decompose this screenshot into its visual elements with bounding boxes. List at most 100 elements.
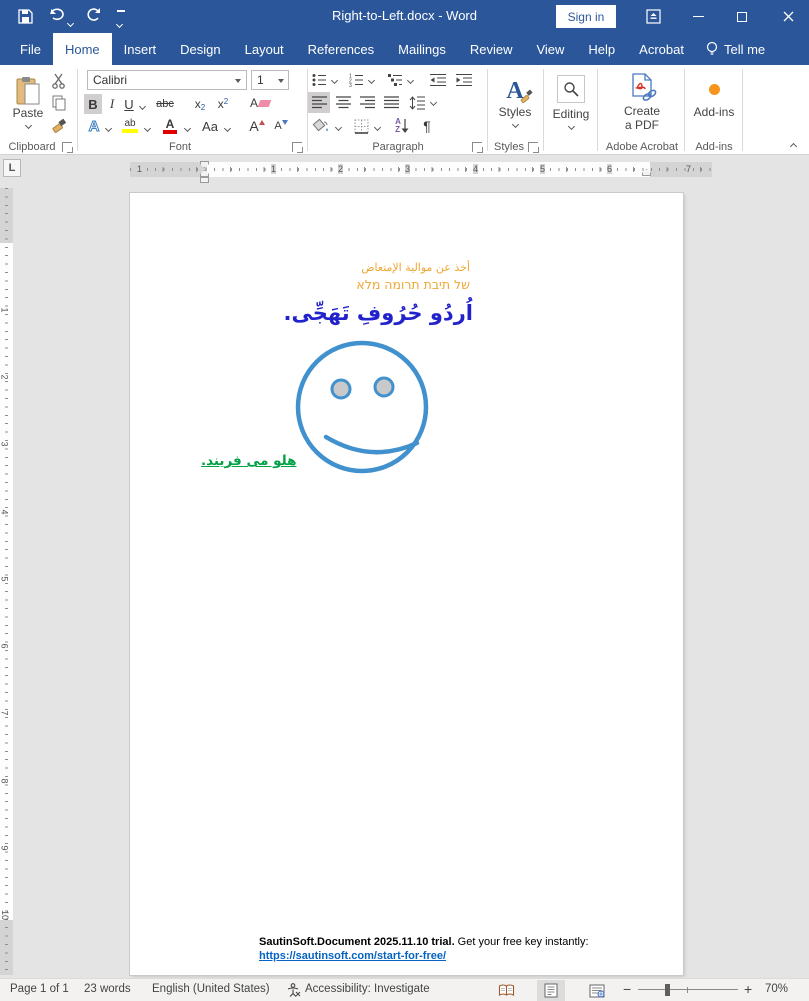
close-button[interactable] <box>768 0 808 33</box>
font-color-dropdown-icon[interactable] <box>182 123 192 133</box>
tab-references[interactable]: References <box>296 33 386 65</box>
read-mode-button[interactable] <box>492 980 520 1001</box>
print-layout-button[interactable] <box>537 980 565 1001</box>
increase-indent-icon[interactable] <box>454 71 474 89</box>
tab-design[interactable]: Design <box>168 33 232 65</box>
highlight-dropdown-icon[interactable] <box>142 123 152 133</box>
minimize-button[interactable] <box>678 0 718 33</box>
lightbulb-icon <box>706 41 718 57</box>
styles-icon: A <box>506 78 523 105</box>
language-status[interactable]: English (United States) <box>152 983 270 995</box>
bullets-dropdown-icon[interactable] <box>329 75 339 85</box>
shading-icon[interactable] <box>310 116 332 136</box>
change-case-dropdown-icon[interactable] <box>222 123 232 133</box>
styles-button[interactable]: A Styles <box>493 68 537 136</box>
zoom-out-button[interactable]: − <box>623 981 631 997</box>
bullets-icon[interactable] <box>310 71 328 89</box>
borders-icon[interactable] <box>350 116 372 136</box>
subscript-button[interactable]: x2 <box>190 94 210 114</box>
zoom-slider-track[interactable] <box>638 989 738 990</box>
tab-help[interactable]: Help <box>576 33 627 65</box>
left-indent-marker[interactable] <box>200 177 209 183</box>
decrease-indent-icon[interactable] <box>428 71 448 89</box>
greeting-text-line[interactable]: هلو مى فريند. <box>201 453 297 469</box>
smiley-face-shape[interactable] <box>290 335 430 475</box>
numbering-dropdown-icon[interactable] <box>366 75 376 85</box>
copy-icon[interactable] <box>48 93 70 113</box>
arabic-text-line[interactable]: أخذ عن موالية الإمتعاض <box>190 259 470 277</box>
strikethrough-button[interactable]: abc <box>152 94 178 114</box>
collapse-ribbon-icon[interactable] <box>785 139 801 153</box>
tab-review[interactable]: Review <box>458 33 525 65</box>
line-spacing-icon[interactable] <box>406 92 428 113</box>
accessibility-status[interactable]: Accessibility: Investigate <box>305 983 430 995</box>
font-size-combo[interactable]: 1 <box>251 70 289 90</box>
urdu-text-line[interactable]: اُردُو حُرُوفِ تَهَجِّى. <box>133 301 473 325</box>
zoom-percentage[interactable]: 70% <box>765 983 788 995</box>
cut-icon[interactable] <box>48 71 70 91</box>
add-ins-button[interactable]: Add-ins <box>688 68 740 126</box>
add-in-dot-icon <box>709 84 720 95</box>
underline-button[interactable]: U <box>121 94 137 114</box>
hebrew-text-line[interactable]: של תיבת תרומה מלא <box>190 277 470 292</box>
justify-button[interactable] <box>380 92 402 113</box>
page-count-status[interactable]: Page 1 of 1 <box>10 983 69 995</box>
ribbon-display-options-icon[interactable] <box>633 0 673 33</box>
create-pdf-button[interactable]: Create a PDF <box>614 68 670 136</box>
align-right-button[interactable] <box>356 92 378 113</box>
tab-layout[interactable]: Layout <box>233 33 296 65</box>
text-effects-button[interactable]: A <box>85 116 103 136</box>
shading-dropdown-icon[interactable] <box>333 122 343 132</box>
paste-button[interactable]: Paste <box>6 68 50 136</box>
tab-home[interactable]: Home <box>53 33 112 65</box>
italic-button[interactable]: I <box>104 94 120 114</box>
word-count-status[interactable]: 23 words <box>84 983 131 995</box>
tell-me-box[interactable]: Tell me <box>696 33 775 65</box>
tab-mailings[interactable]: Mailings <box>386 33 458 65</box>
clipboard-dialog-launcher-icon[interactable] <box>62 142 72 152</box>
paragraph-dialog-launcher-icon[interactable] <box>472 142 482 152</box>
align-center-button[interactable] <box>332 92 354 113</box>
bold-button[interactable]: B <box>84 94 102 114</box>
tab-acrobat[interactable]: Acrobat <box>627 33 696 65</box>
tab-file[interactable]: File <box>8 33 53 65</box>
horizontal-ruler[interactable]: 1 1 2 3 4 5 6 7 <box>130 162 712 177</box>
document-page[interactable]: أخذ عن موالية الإمتعاض של תיבת תרומה מלא… <box>130 193 683 975</box>
vertical-ruler[interactable]: 1 2 3 4 5 6 7 8 9 10 <box>0 188 13 975</box>
ruler-number: 2 <box>0 374 10 379</box>
group-separator <box>742 69 743 151</box>
change-case-button[interactable]: Aa <box>198 116 222 136</box>
multilevel-list-icon[interactable] <box>386 71 404 89</box>
maximize-button[interactable] <box>722 0 762 33</box>
web-layout-button[interactable] <box>583 980 611 1001</box>
styles-dialog-launcher-icon[interactable] <box>528 142 538 152</box>
font-color-button[interactable]: A <box>160 116 180 136</box>
text-effects-dropdown-icon[interactable] <box>103 123 113 133</box>
highlight-button[interactable]: ab <box>119 116 141 136</box>
superscript-button[interactable]: x2 <box>213 94 233 114</box>
grow-font-button[interactable]: A <box>246 116 268 136</box>
zoom-in-button[interactable]: + <box>744 981 752 997</box>
group-separator <box>543 69 544 151</box>
shrink-font-button[interactable]: A <box>270 116 292 136</box>
sign-in-button[interactable]: Sign in <box>556 5 616 28</box>
tab-view[interactable]: View <box>524 33 576 65</box>
underline-dropdown-icon[interactable] <box>137 101 147 111</box>
tab-insert[interactable]: Insert <box>112 33 169 65</box>
font-name-combo[interactable]: Calibri <box>87 70 247 90</box>
clear-formatting-button[interactable]: A <box>248 92 272 114</box>
add-ins-button-label: Add-ins <box>694 105 735 119</box>
sort-icon[interactable]: AZ <box>390 116 414 136</box>
line-spacing-dropdown-icon[interactable] <box>428 97 438 107</box>
multilevel-dropdown-icon[interactable] <box>405 75 415 85</box>
show-hide-pilcrow-button[interactable]: ¶ <box>418 116 436 136</box>
borders-dropdown-icon[interactable] <box>372 122 382 132</box>
zoom-slider-thumb[interactable] <box>665 984 670 996</box>
font-dialog-launcher-icon[interactable] <box>292 142 302 152</box>
tab-stop-selector[interactable]: L <box>3 159 21 177</box>
format-painter-icon[interactable] <box>48 115 70 135</box>
trial-footer-link[interactable]: https://sautinsoft.com/start-for-free/ <box>259 950 446 962</box>
editing-button[interactable]: Editing <box>548 68 594 136</box>
numbering-icon[interactable]: 123 <box>347 71 365 89</box>
align-left-button[interactable] <box>308 92 330 113</box>
